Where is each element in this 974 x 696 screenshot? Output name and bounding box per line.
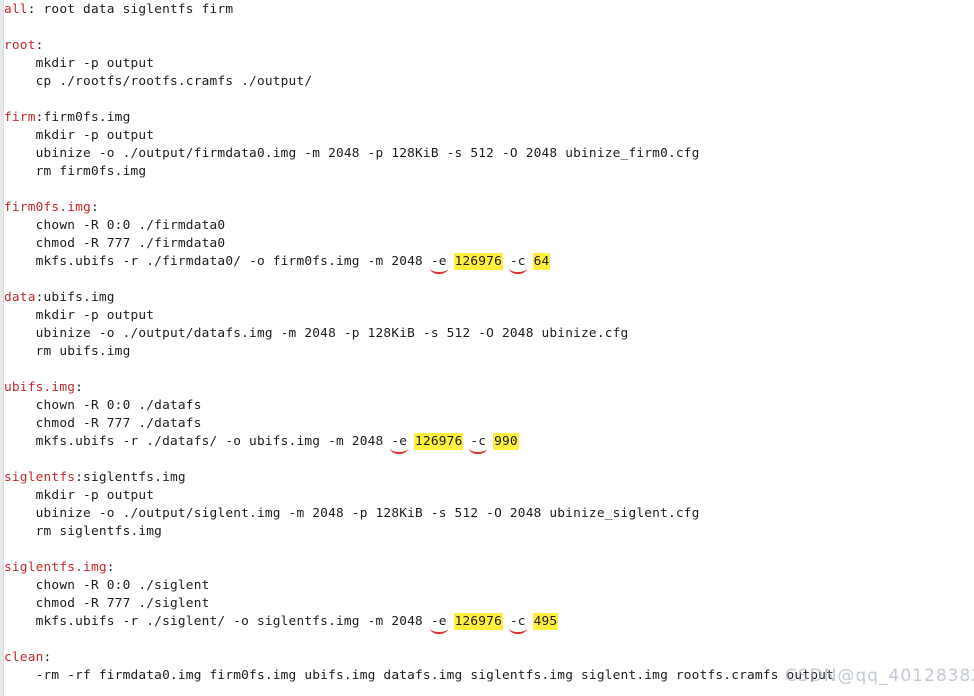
code-text: mkdir -p output bbox=[4, 488, 155, 503]
code-line: chmod -R 777 ./firmdata0 bbox=[4, 235, 974, 253]
code-line: mkdir -p output bbox=[4, 55, 974, 73]
highlighted-value: 126976 bbox=[454, 254, 502, 269]
code-listing: all: root data siglentfs firm root: mkdi… bbox=[4, 0, 974, 696]
code-text: chmod -R 777 ./datafs bbox=[4, 416, 202, 431]
code-line: all: root data siglentfs firm bbox=[4, 1, 974, 19]
code-text: rm firm0fs.img bbox=[4, 164, 147, 179]
code-line: chown -R 0:0 ./siglent bbox=[4, 577, 974, 595]
code-text: mkfs.ubifs -r ./datafs/ -o ubifs.img -m … bbox=[4, 434, 392, 449]
code-text: chown -R 0:0 ./siglent bbox=[4, 578, 210, 593]
code-line: siglentfs:siglentfs.img bbox=[4, 469, 974, 487]
code-line: rm siglentfs.img bbox=[4, 523, 974, 541]
code-text: rm ubifs.img bbox=[4, 344, 131, 359]
code-text: mkfs.ubifs -r ./siglent/ -o siglentfs.im… bbox=[4, 614, 431, 629]
makefile-target-name: root bbox=[4, 38, 36, 53]
highlighted-value: 64 bbox=[533, 254, 550, 269]
highlighted-value: 495 bbox=[533, 614, 558, 629]
makefile-target-name: all bbox=[4, 2, 28, 17]
underlined-flag: -c bbox=[508, 254, 527, 274]
highlighted-value: 126976 bbox=[415, 434, 463, 449]
makefile-target-name: firm bbox=[4, 110, 36, 125]
code-line: cp ./rootfs/rootfs.cramfs ./output/ bbox=[4, 73, 974, 91]
code-line: siglentfs.img: bbox=[4, 559, 974, 577]
code-text: chmod -R 777 ./siglent bbox=[4, 596, 210, 611]
highlighted-value: 990 bbox=[494, 434, 518, 449]
code-line: chmod -R 777 ./datafs bbox=[4, 415, 974, 433]
code-text: :firm0fs.img bbox=[35, 110, 131, 125]
code-text: -rm -rf firmdata0.img firm0fs.img ubifs.… bbox=[4, 668, 834, 683]
code-text: :ubifs.img bbox=[35, 290, 115, 305]
underlined-flag: -c bbox=[508, 614, 527, 634]
code-text: chown -R 0:0 ./firmdata0 bbox=[4, 218, 226, 233]
code-line: mkdir -p output bbox=[4, 487, 974, 505]
code-line: ubinize -o ./output/datafs.img -m 2048 -… bbox=[4, 325, 974, 343]
code-line: chown -R 0:0 ./firmdata0 bbox=[4, 217, 974, 235]
code-line: firm:firm0fs.img bbox=[4, 109, 974, 127]
code-text: : root data siglentfs firm bbox=[27, 2, 234, 17]
code-line: mkdir -p output bbox=[4, 307, 974, 325]
makefile-target-name: ubifs.img bbox=[4, 380, 76, 395]
code-line: mkfs.ubifs -r ./datafs/ -o ubifs.img -m … bbox=[4, 433, 974, 454]
code-line: root: bbox=[4, 37, 974, 55]
code-text: : bbox=[90, 200, 99, 215]
code-line: firm0fs.img: bbox=[4, 199, 974, 217]
code-text: mkdir -p output bbox=[4, 128, 155, 143]
code-text: ubinize -o ./output/siglent.img -m 2048 … bbox=[4, 506, 700, 521]
code-text: ubinize -o ./output/datafs.img -m 2048 -… bbox=[4, 326, 629, 341]
code-line: data:ubifs.img bbox=[4, 289, 974, 307]
makefile-target-name: firm0fs.img bbox=[4, 200, 91, 215]
code-text: mkdir -p output bbox=[4, 308, 155, 323]
code-line: ubinize -o ./output/siglent.img -m 2048 … bbox=[4, 505, 974, 523]
code-text: : bbox=[106, 560, 115, 575]
code-text: chmod -R 777 ./firmdata0 bbox=[4, 236, 226, 251]
code-text: : bbox=[75, 380, 84, 395]
highlighted-value: 126976 bbox=[454, 614, 502, 629]
code-line: mkfs.ubifs -r ./siglent/ -o siglentfs.im… bbox=[4, 613, 974, 634]
code-text: mkfs.ubifs -r ./firmdata0/ -o firm0fs.im… bbox=[4, 254, 431, 269]
code-text: cp ./rootfs/rootfs.cramfs ./output/ bbox=[4, 74, 313, 89]
code-line: mkfs.ubifs -r ./firmdata0/ -o firm0fs.im… bbox=[4, 253, 974, 274]
makefile-target-name: data bbox=[4, 290, 36, 305]
code-line: ubinize -o ./output/firmdata0.img -m 204… bbox=[4, 145, 974, 163]
code-line: mkdir -p output bbox=[4, 127, 974, 145]
underlined-flag: -c bbox=[469, 434, 488, 454]
underlined-flag: -e bbox=[429, 254, 448, 274]
makefile-target-name: clean bbox=[4, 650, 44, 665]
code-text: chown -R 0:0 ./datafs bbox=[4, 398, 202, 413]
code-line: -rm -rf firmdata0.img firm0fs.img ubifs.… bbox=[4, 667, 974, 685]
underlined-flag: -e bbox=[390, 434, 408, 454]
code-line: ubifs.img: bbox=[4, 379, 974, 397]
code-text: : bbox=[35, 38, 44, 53]
code-line: clean: bbox=[4, 649, 974, 667]
code-text: : bbox=[43, 650, 52, 665]
code-line: chmod -R 777 ./siglent bbox=[4, 595, 974, 613]
underlined-flag: -e bbox=[429, 614, 448, 634]
code-text: rm siglentfs.img bbox=[4, 524, 163, 539]
makefile-target-name: siglentfs.img bbox=[4, 560, 107, 575]
code-text: mkdir -p output bbox=[4, 56, 155, 71]
code-text: :siglentfs.img bbox=[75, 470, 186, 485]
code-line: rm ubifs.img bbox=[4, 343, 974, 361]
code-line: rm firm0fs.img bbox=[4, 163, 974, 181]
code-line: chown -R 0:0 ./datafs bbox=[4, 397, 974, 415]
code-text: ubinize -o ./output/firmdata0.img -m 204… bbox=[4, 146, 700, 161]
makefile-target-name: siglentfs bbox=[4, 470, 76, 485]
